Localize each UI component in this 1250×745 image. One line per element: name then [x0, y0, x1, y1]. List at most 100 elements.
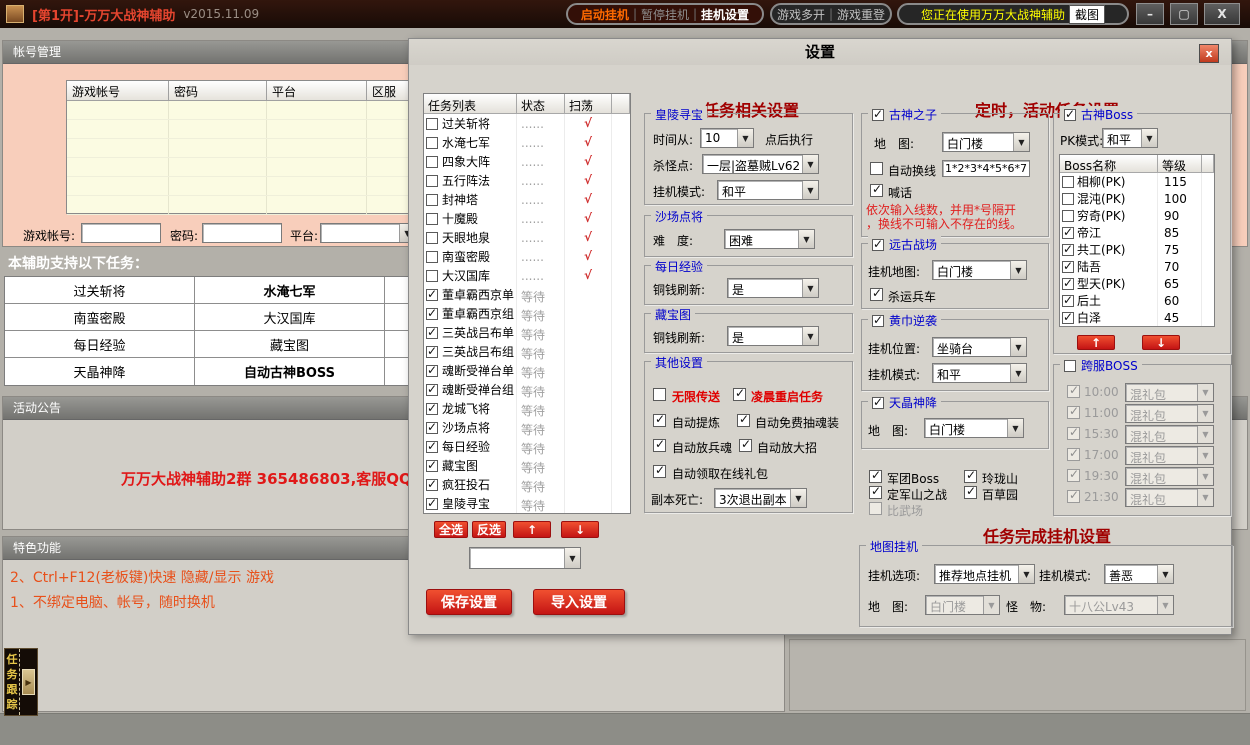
- chevron-down-icon[interactable]: ▼: [798, 230, 814, 248]
- task-row[interactable]: 魂断受禅台组等待: [424, 380, 630, 399]
- auto-free-draw-checkbox[interactable]: [737, 414, 750, 427]
- group-enable-checkbox[interactable]: [1064, 109, 1076, 121]
- pk-mode-dropdown[interactable]: 和平 ▼: [1102, 128, 1158, 148]
- chevron-down-icon[interactable]: ▼: [1018, 565, 1034, 583]
- account-input[interactable]: [81, 223, 161, 243]
- task-checkbox[interactable]: [426, 175, 438, 187]
- chevron-down-icon[interactable]: ▼: [802, 327, 818, 345]
- chevron-down-icon[interactable]: ▼: [737, 129, 753, 147]
- task-checkbox[interactable]: [426, 270, 438, 282]
- move-up-button[interactable]: ↑: [513, 521, 551, 538]
- minimize-button[interactable]: –: [1136, 3, 1164, 25]
- group-enable-checkbox[interactable]: [872, 109, 884, 121]
- group-enable-checkbox[interactable]: [872, 397, 884, 409]
- task-checkbox[interactable]: [426, 422, 438, 434]
- invert-selection-button[interactable]: 反选: [472, 521, 506, 538]
- boss-checkbox[interactable]: [1062, 278, 1074, 290]
- map-dropdown[interactable]: 白门楼 ▼: [925, 595, 1000, 615]
- task-checkbox[interactable]: [426, 137, 438, 149]
- map-dropdown[interactable]: 白门楼 ▼: [924, 418, 1024, 438]
- task-row[interactable]: 魂断受禅台单等待: [424, 361, 630, 380]
- boss-row[interactable]: 帝江85: [1060, 224, 1214, 241]
- boss-checkbox[interactable]: [1062, 227, 1074, 239]
- boss-checkbox[interactable]: [1062, 176, 1074, 188]
- cross-time-checkbox[interactable]: [1067, 427, 1080, 440]
- multi-open-button[interactable]: 游戏多开: [777, 6, 825, 23]
- auto-ultimate-checkbox[interactable]: [739, 439, 752, 452]
- chevron-down-icon[interactable]: ▼: [802, 279, 818, 297]
- cross-reward-dropdown[interactable]: 混礼包▼: [1125, 404, 1214, 423]
- preset-dropdown[interactable]: ▼: [469, 547, 581, 569]
- task-row[interactable]: 藏宝图等待: [424, 456, 630, 475]
- chevron-down-icon[interactable]: ▼: [1010, 364, 1026, 382]
- cross-time-checkbox[interactable]: [1067, 385, 1080, 398]
- boss-row[interactable]: 相柳(PK)115: [1060, 173, 1214, 190]
- task-row[interactable]: 十魔殿......√: [424, 209, 630, 228]
- auto-soldier-soul-checkbox[interactable]: [653, 439, 666, 452]
- boss-checkbox[interactable]: [1062, 312, 1074, 324]
- boss-checkbox[interactable]: [1062, 210, 1074, 222]
- hang-option-dropdown[interactable]: 推荐地点挂机 ▼: [934, 564, 1035, 584]
- legion-boss-checkbox[interactable]: [869, 470, 882, 483]
- auto-claim-gift-checkbox[interactable]: [653, 465, 666, 478]
- task-checkbox[interactable]: [426, 156, 438, 168]
- auto-refine-checkbox[interactable]: [653, 414, 666, 427]
- hang-position-dropdown[interactable]: 坐骑台 ▼: [932, 337, 1027, 357]
- task-row[interactable]: 过关斩将......√: [424, 114, 630, 133]
- maximize-button[interactable]: ▢: [1170, 3, 1198, 25]
- column-header[interactable]: 密码: [169, 81, 267, 101]
- chevron-down-icon[interactable]: ▼: [802, 155, 818, 173]
- cross-reward-dropdown[interactable]: 混礼包▼: [1125, 446, 1214, 465]
- task-tracking-tab[interactable]: 任务跟踪 ▶: [4, 648, 38, 716]
- task-row[interactable]: 董卓霸西京单等待: [424, 285, 630, 304]
- cross-time-checkbox[interactable]: [1067, 448, 1080, 461]
- task-row[interactable]: 三英战吕布组等待: [424, 342, 630, 361]
- task-row[interactable]: 疯狂投石等待: [424, 475, 630, 494]
- group-enable-checkbox[interactable]: [872, 239, 884, 251]
- platform-dropdown[interactable]: ▼: [320, 223, 416, 243]
- kill-supply-cart-checkbox[interactable]: [870, 288, 883, 301]
- boss-checkbox[interactable]: [1062, 261, 1074, 273]
- shout-checkbox[interactable]: [870, 184, 883, 197]
- task-row[interactable]: 南蛮密殿......√: [424, 247, 630, 266]
- mob-dropdown[interactable]: 一层|盗墓贼Lv62 ▼: [702, 154, 819, 174]
- close-button[interactable]: X: [1204, 3, 1240, 25]
- baicao-garden-checkbox[interactable]: [964, 486, 977, 499]
- task-checkbox[interactable]: [426, 441, 438, 453]
- task-row[interactable]: 龙城飞将等待: [424, 399, 630, 418]
- boss-checkbox[interactable]: [1062, 244, 1074, 256]
- task-checkbox[interactable]: [426, 460, 438, 472]
- task-row[interactable]: 大汉国库......√: [424, 266, 630, 285]
- start-hang-button[interactable]: 启动挂机: [581, 6, 629, 23]
- task-row[interactable]: 三英战吕布单等待: [424, 323, 630, 342]
- task-row[interactable]: 四象大阵......√: [424, 152, 630, 171]
- expand-arrow-icon[interactable]: ▶: [22, 669, 35, 695]
- cross-time-checkbox[interactable]: [1067, 406, 1080, 419]
- group-enable-checkbox[interactable]: [872, 315, 884, 327]
- task-checkbox[interactable]: [426, 289, 438, 301]
- task-row[interactable]: 皇陵寻宝等待: [424, 494, 630, 513]
- boss-checkbox[interactable]: [1062, 295, 1074, 307]
- dungeon-death-dropdown[interactable]: 3次退出副本 ▼: [714, 488, 807, 508]
- time-dropdown[interactable]: 10 ▼: [700, 128, 754, 148]
- arena-checkbox[interactable]: [869, 502, 882, 515]
- boss-move-down-button[interactable]: ↓: [1142, 335, 1180, 350]
- column-header[interactable]: 任务列表: [424, 94, 517, 114]
- chevron-down-icon[interactable]: ▼: [790, 489, 806, 507]
- task-row[interactable]: 每日经验等待: [424, 437, 630, 456]
- auto-switch-line-checkbox[interactable]: [870, 162, 883, 175]
- line-sequence-input[interactable]: [942, 160, 1030, 177]
- chevron-down-icon[interactable]: ▼: [1010, 338, 1026, 356]
- linglong-mountain-checkbox[interactable]: [964, 470, 977, 483]
- chevron-down-icon[interactable]: ▼: [802, 181, 818, 199]
- dingjun-battle-checkbox[interactable]: [869, 486, 882, 499]
- screenshot-button[interactable]: 截图: [1069, 5, 1105, 24]
- monster-dropdown[interactable]: 十八公Lv43 ▼: [1064, 595, 1174, 615]
- cross-reward-dropdown[interactable]: 混礼包▼: [1125, 467, 1214, 486]
- map-dropdown[interactable]: 白门楼 ▼: [942, 132, 1030, 152]
- cross-reward-dropdown[interactable]: 混礼包▼: [1125, 425, 1214, 444]
- boss-row[interactable]: 后土60: [1060, 292, 1214, 309]
- task-checkbox[interactable]: [426, 118, 438, 130]
- task-checkbox[interactable]: [426, 213, 438, 225]
- hang-mode-dropdown[interactable]: 和平 ▼: [932, 363, 1027, 383]
